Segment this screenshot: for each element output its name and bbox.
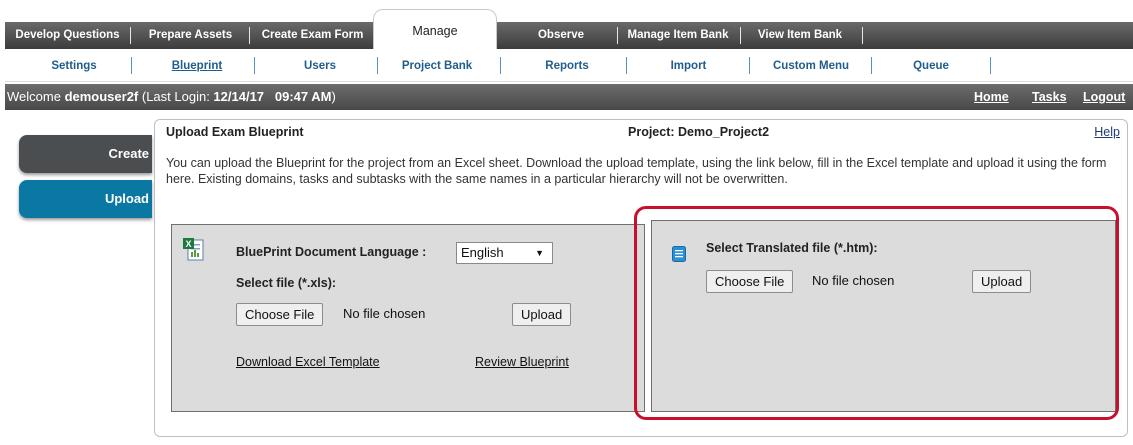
subnav-queue[interactable]: Queue — [875, 49, 987, 82]
upload-button[interactable]: Upload — [512, 303, 572, 326]
language-select[interactable]: English ▼ — [456, 242, 553, 264]
chevron-down-icon: ▼ — [535, 248, 544, 258]
svg-text:X: X — [185, 239, 191, 249]
highlight-outline — [634, 206, 1119, 420]
nav-separator — [862, 27, 863, 44]
language-select-value: English — [461, 245, 504, 260]
subnav-separator — [500, 57, 501, 74]
panel-description: You can upload the Blueprint for the pro… — [166, 156, 1107, 186]
subnav-separator — [871, 57, 872, 74]
home-link[interactable]: Home — [974, 84, 1009, 111]
subnav-users[interactable]: Users — [270, 49, 370, 82]
tab-observe[interactable]: Observe — [510, 22, 612, 49]
tab-manage[interactable]: Manage — [373, 9, 497, 49]
subnav-separator — [254, 57, 255, 74]
download-template-link[interactable]: Download Excel Template — [236, 355, 380, 369]
welcome-message: Welcome demouser2f (Last Login: 12/14/17… — [7, 84, 336, 110]
last-login-value: 12/14/17 09:47 AM — [213, 89, 332, 104]
tab-view-item-bank[interactable]: View Item Bank — [746, 22, 854, 49]
tab-manage-item-bank[interactable]: Manage Item Bank — [620, 22, 736, 49]
panel-title: Upload Exam Blueprint — [166, 125, 304, 139]
logout-link[interactable]: Logout — [1083, 84, 1125, 111]
subnav-import[interactable]: Import — [633, 49, 744, 82]
subnav-reports[interactable]: Reports — [510, 49, 624, 82]
subnav-separator — [749, 57, 750, 74]
tab-create-exam-form[interactable]: Create Exam Form — [254, 22, 371, 49]
last-login-suffix: ) — [331, 89, 336, 104]
welcome-prefix: Welcome — [7, 89, 65, 104]
nav-separator — [249, 27, 250, 44]
help-link[interactable]: Help — [1094, 125, 1120, 139]
subnav-settings[interactable]: Settings — [29, 49, 119, 82]
nav-separator — [740, 27, 741, 44]
subnav-blueprint[interactable]: Blueprint — [150, 49, 244, 82]
last-login-label: (Last Login: — [138, 89, 214, 104]
nav-separator — [617, 27, 618, 44]
subnav-separator — [626, 57, 627, 74]
subnav-separator — [377, 57, 378, 74]
subnav-custom-menu[interactable]: Custom Menu — [754, 49, 868, 82]
excel-file-icon: X — [182, 237, 204, 262]
upload-nav-button[interactable]: Upload — [19, 180, 152, 218]
review-blueprint-link[interactable]: Review Blueprint — [475, 355, 569, 369]
sub-nav: Settings Blueprint Users Project Bank Re… — [5, 49, 1133, 82]
tab-prepare-assets[interactable]: Prepare Assets — [136, 22, 245, 49]
subnav-separator — [990, 57, 991, 74]
nav-separator — [130, 27, 131, 44]
choose-file-button[interactable]: Choose File — [236, 303, 324, 326]
project-name: Project: Demo_Project2 — [628, 125, 770, 139]
subnav-separator — [131, 57, 132, 74]
excel-upload-box: X BluePrint Document Language : English … — [171, 224, 645, 412]
select-file-label: Select file (*.xls): — [236, 276, 337, 290]
username: demouser2f — [64, 89, 139, 104]
tab-develop-questions[interactable]: Develop Questions — [9, 22, 126, 49]
top-nav: Develop Questions Prepare Assets Create … — [5, 22, 1133, 49]
create-button[interactable]: Create — [19, 135, 152, 173]
language-label: BluePrint Document Language : — [236, 245, 427, 259]
no-file-chosen-text: No file chosen — [343, 306, 426, 321]
tasks-link[interactable]: Tasks — [1032, 84, 1067, 111]
welcome-bar: Welcome demouser2f (Last Login: 12/14/17… — [5, 84, 1133, 110]
subnav-project-bank[interactable]: Project Bank — [381, 49, 493, 82]
